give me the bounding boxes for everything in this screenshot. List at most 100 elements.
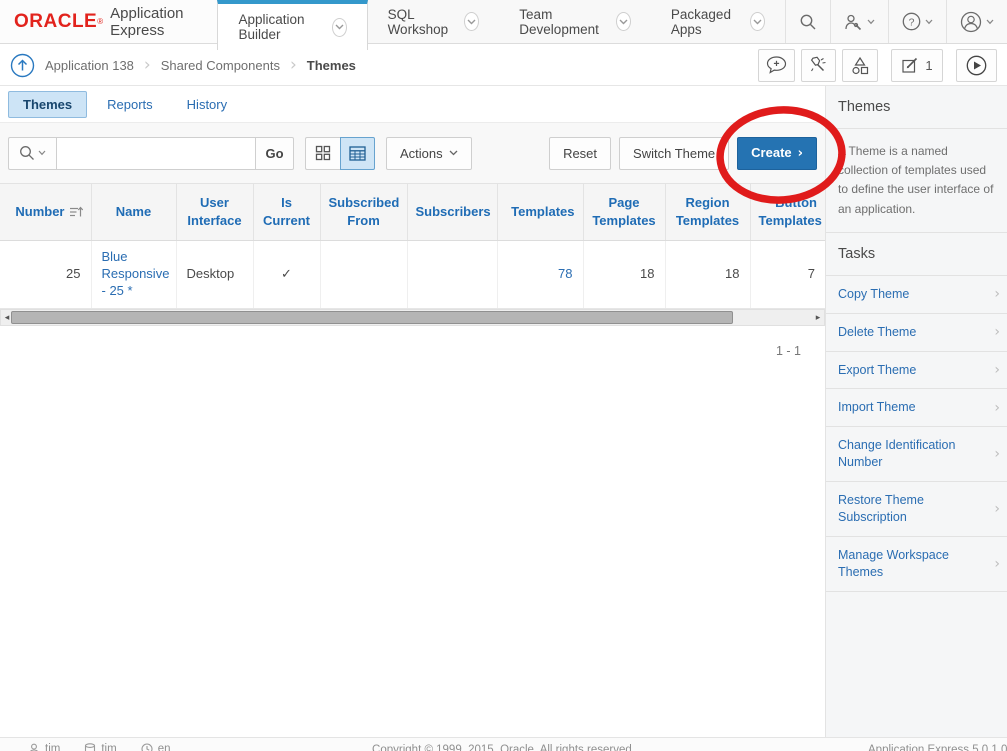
cell-is-current: ✓ (253, 241, 320, 309)
about-description: A Theme is a named collection of templat… (838, 142, 995, 219)
chevron-right-icon: › (798, 146, 803, 161)
chevron-down-icon[interactable] (750, 12, 765, 31)
oracle-brand: ORACLE (14, 11, 97, 33)
icon-view-button[interactable] (305, 137, 340, 170)
table-row: 25 Blue Responsive - 25 * Desktop ✓ 78 1… (0, 241, 825, 309)
report-view-button[interactable] (340, 137, 375, 170)
column-header-user-interface[interactable]: User Interface (176, 184, 253, 241)
footer-copyright: Copyright © 1999, 2015, Oracle. All righ… (0, 744, 1007, 751)
global-search-button[interactable] (785, 0, 830, 43)
top-utility-icons: ? (785, 0, 1007, 43)
task-manage-workspace-themes[interactable]: Manage Workspace Themes › (826, 537, 1007, 592)
run-application-button[interactable] (956, 49, 997, 82)
column-header-is-current[interactable]: Is Current (253, 184, 320, 241)
chevron-right-icon: › (994, 361, 1000, 380)
switch-theme-button[interactable]: Switch Theme (619, 137, 729, 170)
column-header-button-templates[interactable]: Button Templates (750, 184, 825, 241)
cell-region-templates: 18 (665, 241, 750, 309)
registered-mark: ® (97, 17, 103, 27)
region-tab-bar: Themes Reports History (0, 86, 825, 123)
chevron-down-icon (38, 150, 46, 156)
task-copy-theme[interactable]: Copy Theme› (826, 276, 1007, 314)
chevron-right-icon: › (994, 555, 1000, 574)
breadcrumb-bar: Application 138 › Shared Components › Th… (0, 45, 1007, 86)
nav-tab-sql-workshop[interactable]: SQL Workshop (368, 0, 500, 43)
chevron-down-icon (867, 19, 875, 25)
admin-wrench-icon (844, 13, 863, 31)
search-group: Go (8, 137, 294, 170)
theme-roller-button[interactable] (801, 49, 836, 82)
about-section-header: Themes (826, 86, 1007, 129)
report-toolbar: Go Actions Reset Switch Theme Create › (0, 123, 825, 183)
task-label: Copy Theme (838, 287, 909, 301)
scrollbar-thumb[interactable] (11, 311, 733, 324)
task-export-theme[interactable]: Export Theme› (826, 352, 1007, 390)
nav-tab-label: Packaged Apps (671, 7, 742, 37)
nav-tab-application-builder[interactable]: Application Builder (217, 0, 367, 50)
column-header-subscribers[interactable]: Subscribers (407, 184, 497, 241)
themes-report-table: Number Name User Interface Is Current Su… (0, 183, 825, 309)
pagination-label: 1 - 1 (0, 326, 825, 358)
column-header-subscribed-from[interactable]: Subscribed From (320, 184, 407, 241)
help-menu-button[interactable]: ? (888, 0, 946, 43)
table-header-row: Number Name User Interface Is Current Su… (0, 184, 825, 241)
edit-page-icon (901, 56, 919, 74)
chevron-down-icon[interactable] (464, 12, 479, 31)
administration-menu-button[interactable] (830, 0, 888, 43)
up-level-button[interactable] (10, 53, 35, 78)
reset-button[interactable]: Reset (549, 137, 611, 170)
tasks-section-header: Tasks (826, 233, 1007, 276)
search-input[interactable] (56, 137, 256, 170)
search-icon (799, 13, 817, 31)
task-restore-theme-subscription[interactable]: Restore Theme Subscription› (826, 482, 1007, 537)
cell-number: 25 (0, 241, 91, 309)
breadcrumb-shared-components[interactable]: Shared Components (161, 58, 280, 73)
breadcrumb-application[interactable]: Application 138 (45, 58, 134, 73)
column-header-number[interactable]: Number (0, 184, 91, 241)
task-label: Change Identification Number (838, 438, 955, 469)
task-label: Manage Workspace Themes (838, 548, 949, 579)
tab-reports[interactable]: Reports (93, 92, 167, 117)
cell-name: Blue Responsive - 25 * (91, 241, 176, 309)
tab-themes[interactable]: Themes (8, 91, 87, 118)
shared-components-button[interactable] (842, 49, 878, 82)
scroll-right-arrow-icon[interactable]: ▸ (812, 310, 824, 325)
user-avatar-icon (960, 11, 982, 33)
column-header-name[interactable]: Name (91, 184, 176, 241)
column-header-region-templates[interactable]: Region Templates (665, 184, 750, 241)
actions-menu-button[interactable]: Actions (386, 137, 472, 170)
edit-page-button[interactable]: 1 (891, 49, 943, 82)
chevron-down-icon[interactable] (616, 12, 631, 31)
task-change-identification-number[interactable]: Change Identification Number› (826, 427, 1007, 482)
chevron-right-icon: › (994, 500, 1000, 519)
check-icon: ✓ (281, 266, 292, 281)
feedback-bubble-icon (766, 56, 787, 74)
theme-name-link[interactable]: Blue Responsive - 25 * (102, 249, 170, 298)
tab-history[interactable]: History (173, 92, 241, 117)
column-header-page-templates[interactable]: Page Templates (583, 184, 665, 241)
nav-tab-label: Application Builder (238, 12, 323, 42)
nav-tab-team-development[interactable]: Team Development (499, 0, 651, 43)
go-button[interactable]: Go (256, 137, 294, 170)
actions-label: Actions (400, 146, 443, 161)
chevron-down-icon[interactable] (332, 18, 347, 37)
templates-count-link[interactable]: 78 (558, 266, 572, 281)
region-buttons: Reset Switch Theme Create › (549, 137, 817, 170)
chevron-down-icon (986, 19, 994, 25)
task-delete-theme[interactable]: Delete Theme› (826, 314, 1007, 352)
create-label: Create (751, 145, 791, 160)
create-button[interactable]: Create › (737, 137, 817, 170)
account-menu-button[interactable] (946, 0, 1007, 43)
nav-tab-label: Team Development (519, 7, 608, 37)
feedback-button[interactable] (758, 49, 795, 82)
cell-user-interface: Desktop (176, 241, 253, 309)
svg-text:?: ? (909, 16, 915, 28)
column-header-templates[interactable]: Templates (497, 184, 583, 241)
search-column-selector[interactable] (8, 137, 56, 170)
nav-tab-packaged-apps[interactable]: Packaged Apps (651, 0, 785, 43)
task-import-theme[interactable]: Import Theme› (826, 389, 1007, 427)
top-nav-bar: ORACLE® Application Express Application … (0, 0, 1007, 44)
help-icon: ? (902, 12, 921, 31)
report-view-icon (349, 146, 366, 161)
horizontal-scrollbar[interactable]: ◂ ▸ (0, 309, 825, 326)
